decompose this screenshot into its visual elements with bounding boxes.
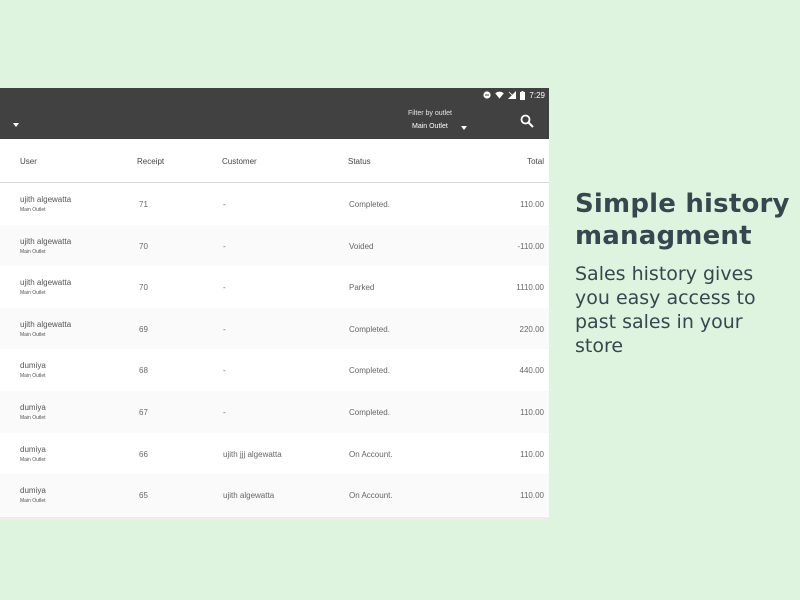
column-header-customer[interactable]: Customer	[222, 157, 257, 166]
row-total: 110.00	[520, 449, 544, 459]
row-outlet: Main Outlet	[20, 414, 46, 421]
column-header-status[interactable]: Status	[348, 157, 371, 166]
row-user: dumiya	[20, 361, 46, 371]
row-total: 1110.00	[516, 283, 544, 293]
row-user: ujith algewatta	[20, 236, 72, 246]
row-total: 110.00	[520, 491, 544, 501]
table-row[interactable]: dumiya Main Outlet 67 - Completed. 110.0…	[0, 390, 549, 433]
row-total: -110.00	[517, 241, 544, 251]
row-customer: -	[223, 407, 226, 417]
table-row[interactable]: ujith algewatta Main Outlet 69 - Complet…	[0, 307, 549, 350]
column-header-user[interactable]: User	[20, 157, 37, 166]
status-bar: 7:29	[0, 88, 549, 102]
promo-title: Simple history managment	[575, 189, 790, 251]
row-status: Completed.	[349, 200, 390, 209]
promo-panel: Simple history managment Sales history g…	[575, 188, 795, 358]
row-outlet: Main Outlet	[20, 498, 46, 505]
table-row[interactable]: dumiya Main Outlet 66 ujith jjj algewatt…	[0, 432, 549, 475]
column-header-receipt[interactable]: Receipt	[137, 157, 164, 166]
row-customer: -	[223, 283, 226, 293]
table-row[interactable]: dumiya Main Outlet 65 ujith algewatta On…	[0, 474, 549, 516]
app-bar: Filter by outlet Main Outlet	[0, 102, 549, 139]
row-customer: -	[223, 241, 226, 251]
row-user: dumiya	[20, 402, 46, 412]
minus-circle-icon	[483, 91, 492, 99]
filter-caret-icon	[461, 126, 467, 130]
row-user: ujith algewatta	[20, 195, 72, 204]
row-total: 220.00	[519, 324, 544, 334]
dropdown-caret-icon[interactable]	[13, 123, 19, 127]
table-row[interactable]: ujith algewatta Main Outlet 70 - Parked …	[0, 266, 549, 308]
row-outlet: Main Outlet	[20, 456, 46, 463]
row-receipt: 69	[139, 324, 148, 334]
promo-subtitle: Sales history gives you easy access to p…	[575, 263, 756, 357]
row-receipt: 70	[139, 241, 148, 251]
row-status: Completed.	[349, 407, 390, 417]
row-total: 440.00	[519, 366, 544, 376]
row-user: dumiya	[20, 444, 46, 454]
filter-label: Filter by outlet	[408, 110, 452, 117]
row-receipt: 65	[139, 491, 148, 501]
row-status: Voided	[349, 241, 374, 251]
row-outlet: Main Outlet	[20, 373, 46, 380]
signal-icon	[508, 91, 517, 99]
status-time: 7:29	[529, 90, 545, 100]
battery-icon	[520, 90, 526, 100]
row-outlet: Main Outlet	[20, 331, 46, 338]
row-outlet: Main Outlet	[20, 290, 46, 297]
row-receipt: 67	[139, 407, 148, 417]
table-row[interactable]: ujith algewatta Main Outlet 70 - Voided …	[0, 224, 549, 267]
row-user: ujith algewatta	[20, 319, 72, 329]
row-customer: -	[223, 324, 226, 334]
row-customer: ujith jjj algewatta	[223, 449, 282, 459]
row-status: On Account.	[349, 449, 393, 459]
screen-bottom-edge	[0, 517, 549, 520]
column-header-total[interactable]: Total	[527, 157, 544, 166]
search-icon	[520, 114, 534, 128]
row-user: ujith algewatta	[20, 278, 72, 288]
table-row[interactable]: dumiya Main Outlet 68 - Completed. 440.0…	[0, 349, 549, 391]
row-customer: -	[223, 200, 226, 209]
row-receipt: 70	[139, 283, 148, 293]
row-customer: -	[223, 366, 226, 376]
filter-value: Main Outlet	[412, 123, 448, 130]
row-total: 110.00	[520, 200, 544, 209]
row-receipt: 66	[139, 449, 148, 459]
outlet-filter-dropdown[interactable]: Filter by outlet Main Outlet	[404, 110, 474, 134]
row-receipt: 68	[139, 366, 148, 376]
row-outlet: Main Outlet	[20, 207, 46, 213]
row-total: 110.00	[520, 407, 544, 417]
wifi-icon	[495, 91, 505, 99]
search-button[interactable]	[515, 110, 539, 132]
device-screen: 7:29 Filter by outlet Main Outlet User R…	[0, 88, 549, 520]
row-receipt: 71	[139, 200, 148, 209]
table-row[interactable]: ujith algewatta Main Outlet 71 - Complet…	[0, 183, 549, 225]
row-status: Parked	[349, 283, 375, 293]
row-user: dumiya	[20, 486, 46, 496]
row-status: Completed.	[349, 366, 390, 376]
table-header: User Receipt Customer Status Total	[0, 139, 549, 183]
row-status: On Account.	[349, 491, 393, 501]
row-customer: ujith algewatta	[223, 491, 275, 501]
sales-history-list: ujith algewatta Main Outlet 71 - Complet…	[0, 183, 549, 516]
row-status: Completed.	[349, 324, 390, 334]
row-outlet: Main Outlet	[20, 248, 46, 255]
